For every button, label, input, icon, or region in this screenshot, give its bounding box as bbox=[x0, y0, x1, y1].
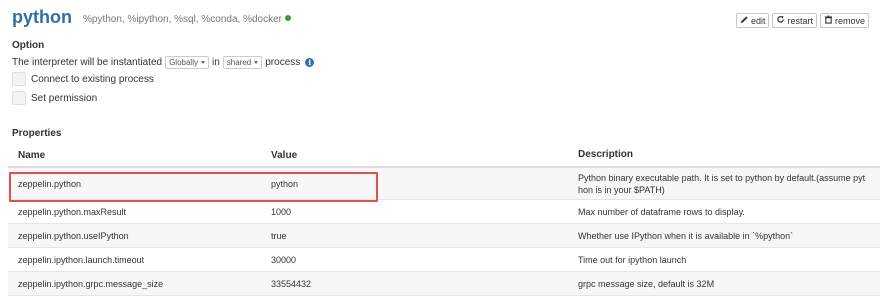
property-description: Time out for ipython launch bbox=[578, 254, 687, 265]
caret-down-icon bbox=[254, 61, 259, 64]
in-text: in bbox=[211, 57, 220, 68]
process-text: process bbox=[265, 57, 301, 68]
property-name: zeppelin.ipython.grpc.message_size bbox=[18, 278, 164, 289]
table-header: Name Value Description bbox=[8, 144, 880, 168]
property-name: zeppelin.python.maxResult bbox=[18, 206, 127, 217]
header-actions: edit restart remove bbox=[735, 13, 869, 28]
info-icon[interactable]: i bbox=[305, 58, 315, 67]
property-value: 33554432 bbox=[271, 278, 312, 289]
process-select[interactable]: shared bbox=[222, 56, 263, 69]
scope-select[interactable]: Globally bbox=[165, 56, 209, 69]
table-row[interactable]: zeppelin.ipython.launch.timeout 30000 Ti… bbox=[8, 248, 880, 272]
property-value: true bbox=[271, 230, 287, 241]
properties-section-title: Properties bbox=[12, 128, 62, 139]
remove-label: remove bbox=[834, 15, 865, 26]
trash-icon bbox=[824, 15, 833, 26]
table-row[interactable]: zeppelin.ipython.grpc.message_size 33554… bbox=[8, 272, 880, 296]
instantiate-setting: The interpreter will be instantiated Glo… bbox=[12, 56, 315, 69]
instantiate-prefix: The interpreter will be instantiated bbox=[12, 57, 163, 68]
property-value: python bbox=[271, 178, 299, 189]
column-header-name: Name bbox=[18, 149, 46, 161]
restart-button[interactable]: restart bbox=[772, 13, 817, 28]
table-row[interactable]: zeppelin.python python Python binary exe… bbox=[8, 168, 880, 200]
properties-table: Name Value Description zeppelin.python p… bbox=[8, 144, 880, 296]
interpreter-aliases-text: %python, %ipython, %sql, %conda, %docker bbox=[83, 14, 282, 25]
set-permission-option: Set permission bbox=[12, 91, 97, 105]
connect-existing-checkbox[interactable] bbox=[12, 72, 26, 86]
remove-button[interactable]: remove bbox=[819, 13, 869, 28]
interpreter-aliases: %python, %ipython, %sql, %conda, %docker bbox=[83, 14, 291, 25]
restart-label: restart bbox=[787, 15, 813, 26]
connect-existing-option: Connect to existing process bbox=[12, 72, 154, 86]
property-name: zeppelin.python.useIPython bbox=[18, 230, 129, 241]
interpreter-header: python %python, %ipython, %sql, %conda, … bbox=[12, 7, 872, 31]
set-permission-label: Set permission bbox=[31, 92, 98, 104]
set-permission-checkbox[interactable] bbox=[12, 91, 26, 105]
edit-button[interactable]: edit bbox=[735, 13, 770, 28]
connect-existing-label: Connect to existing process bbox=[31, 73, 154, 85]
interpreter-title[interactable]: python bbox=[12, 7, 72, 28]
property-name: zeppelin.python bbox=[18, 178, 82, 189]
status-indicator bbox=[285, 15, 291, 22]
pencil-icon bbox=[740, 15, 749, 26]
column-header-description: Description bbox=[578, 149, 634, 160]
property-value: 1000 bbox=[271, 206, 292, 217]
table-row[interactable]: zeppelin.python.useIPython true Whether … bbox=[8, 224, 880, 248]
property-description: grpc message size, default is 32M bbox=[578, 278, 715, 289]
property-description: Python binary executable path. It is set… bbox=[578, 172, 866, 195]
scope-select-value: Globally bbox=[169, 58, 198, 67]
property-name: zeppelin.ipython.launch.timeout bbox=[18, 254, 145, 265]
caret-down-icon bbox=[200, 61, 205, 64]
property-value: 30000 bbox=[271, 254, 297, 265]
table-row[interactable]: zeppelin.python.maxResult 1000 Max numbe… bbox=[8, 200, 880, 224]
property-description: Max number of dataframe rows to display. bbox=[578, 206, 745, 217]
property-description: Whether use IPython when it is available… bbox=[578, 230, 794, 241]
edit-label: edit bbox=[750, 15, 766, 26]
refresh-icon bbox=[776, 15, 785, 26]
process-select-value: shared bbox=[226, 58, 252, 67]
option-section-title: Option bbox=[12, 40, 45, 51]
column-header-value: Value bbox=[271, 149, 298, 161]
